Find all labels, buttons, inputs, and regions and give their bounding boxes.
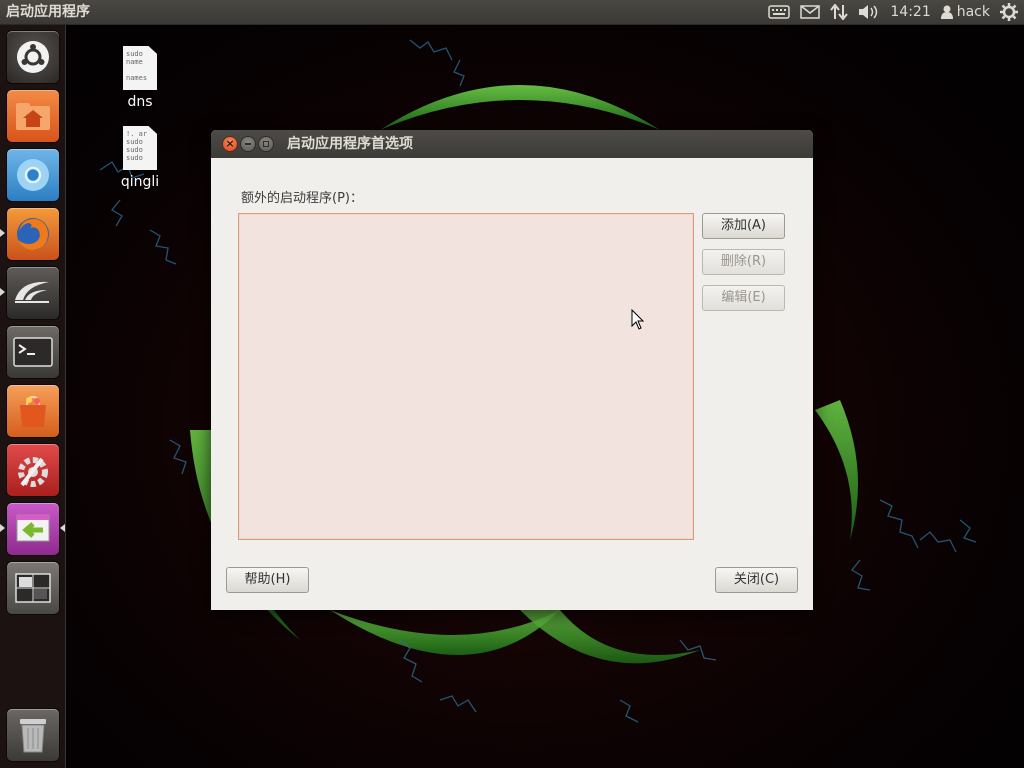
window-minimize-button[interactable]: [241, 137, 255, 151]
active-app-title: 启动应用程序: [6, 4, 90, 20]
close-icon: ×: [225, 137, 235, 150]
file-thumb-line: sudo: [126, 154, 143, 162]
home-folder-icon: [16, 103, 50, 130]
firefox-launcher[interactable]: [7, 208, 59, 260]
trash-icon: [20, 719, 46, 753]
running-indicator: [0, 524, 5, 532]
file-thumb-line: sudo: [126, 138, 143, 146]
startup-applications-icon: [16, 514, 50, 542]
shopping-bag-icon: [20, 395, 46, 427]
startup-preferences-dialog: × 启动应用程序首选项 额外的启动程序(P)： 添加(A) 删除(R) 编辑(E…: [211, 130, 813, 610]
terminal-icon: [13, 337, 53, 367]
help-button[interactable]: 帮助(H): [226, 567, 309, 593]
gear-icon[interactable]: [1000, 0, 1018, 24]
desktop-file-label: dns: [127, 94, 153, 110]
startup-programs-label: 额外的启动程序(P)：: [241, 191, 363, 206]
mouse-pointer-icon: [631, 308, 645, 335]
active-indicator: [60, 524, 65, 532]
running-indicator: [0, 288, 5, 296]
firefox-icon: [17, 218, 49, 250]
volume-icon[interactable]: [858, 0, 880, 24]
add-button[interactable]: 添加(A): [702, 213, 785, 239]
workspace-switcher-icon: [15, 573, 51, 603]
desktop-file-qingli[interactable]: !. ar sudo sudo sudo qingli: [110, 126, 170, 190]
desktop-file-dns[interactable]: sudo name names dns: [110, 46, 170, 110]
file-thumb-line: sudo: [126, 50, 143, 58]
running-indicator: [0, 229, 5, 237]
mail-icon[interactable]: [800, 0, 821, 24]
chromium-launcher[interactable]: [7, 149, 59, 201]
text-file-icon: sudo name names: [123, 46, 157, 90]
file-thumb-line: name: [126, 58, 143, 66]
startup-applications-launcher[interactable]: [7, 503, 59, 555]
dialog-title: 启动应用程序首选项: [287, 136, 413, 152]
file-thumb-line: [126, 66, 154, 74]
ubuntu-logo-icon: [17, 41, 49, 73]
dash-home-button[interactable]: [7, 31, 59, 83]
system-tray: 14:21 hack: [768, 0, 1024, 24]
user-icon[interactable]: [940, 0, 953, 24]
workspace-switcher-launcher[interactable]: [7, 562, 59, 614]
window-maximize-button[interactable]: [259, 137, 273, 151]
home-folder-launcher[interactable]: [7, 90, 59, 142]
file-thumb-line: names: [126, 74, 148, 82]
eclipse-launcher[interactable]: [7, 267, 59, 319]
user-name[interactable]: hack: [957, 0, 990, 24]
startup-programs-list[interactable]: [238, 213, 694, 540]
system-settings-launcher[interactable]: [7, 444, 59, 496]
remove-button[interactable]: 删除(R): [702, 249, 785, 275]
trash-launcher[interactable]: [7, 709, 59, 761]
software-center-launcher[interactable]: [7, 385, 59, 437]
dialog-titlebar[interactable]: × 启动应用程序首选项: [211, 130, 813, 158]
file-thumb-line: !. ar: [126, 130, 148, 138]
terminal-launcher[interactable]: [7, 326, 59, 378]
clock[interactable]: 14:21: [890, 0, 930, 24]
network-icon[interactable]: [830, 0, 849, 24]
top-panel: 启动应用程序 14:21 hack: [0, 0, 1024, 25]
file-thumb-line: sudo: [126, 146, 143, 154]
settings-wrench-icon: [18, 457, 48, 487]
keyboard-icon[interactable]: [768, 0, 791, 24]
edit-button[interactable]: 编辑(E): [702, 285, 785, 311]
window-close-button[interactable]: ×: [223, 137, 237, 151]
close-button[interactable]: 关闭(C): [715, 567, 798, 593]
text-file-icon: !. ar sudo sudo sudo: [123, 126, 157, 170]
launcher: [0, 24, 66, 768]
desktop-file-label: qingli: [120, 174, 160, 190]
chromium-icon: [17, 159, 49, 191]
eclipse-icon: [15, 281, 49, 303]
